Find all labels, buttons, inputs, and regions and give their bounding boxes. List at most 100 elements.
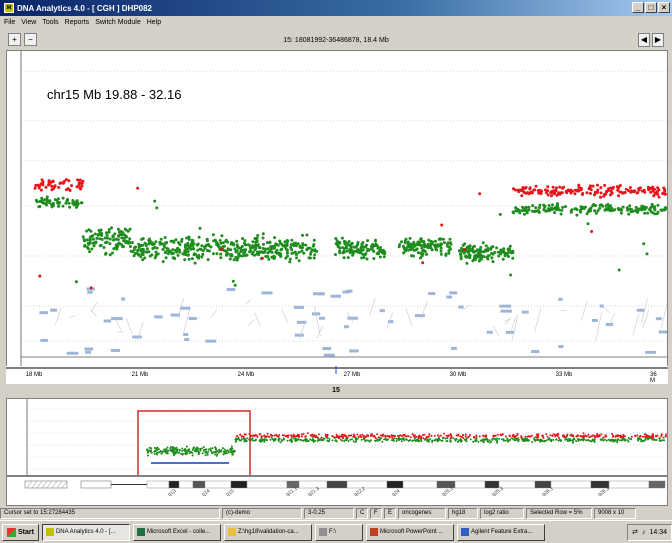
menu-help[interactable]: Help: [147, 19, 161, 26]
probe-point: [521, 205, 524, 209]
probe-point: [314, 249, 318, 253]
overview-point: [543, 440, 546, 443]
overview-point: [400, 440, 403, 443]
task-folder-validation[interactable]: Z:\hg18\validation-ca...: [223, 523, 312, 541]
task-agilent[interactable]: Agilent Feature Extra...: [456, 523, 545, 541]
selection-box[interactable]: [137, 410, 251, 476]
task-powerpoint[interactable]: Microsoft PowerPoint ...: [365, 523, 454, 541]
probe-point: [136, 249, 140, 253]
overview-point: [583, 435, 586, 438]
status-flag-c[interactable]: C: [356, 508, 368, 519]
probe-point: [93, 241, 96, 245]
overview-point: [180, 452, 183, 455]
overview-point: [484, 438, 487, 441]
overview-point: [153, 450, 156, 453]
tray-volume-icon[interactable]: ♪: [642, 529, 646, 536]
gene-label-line: [504, 317, 512, 325]
overview-plot[interactable]: [6, 398, 668, 476]
overview-point: [178, 449, 181, 451]
probe-point: [290, 248, 294, 252]
probe-point: [164, 256, 168, 260]
main-plot[interactable]: chr15 Mb 19.88 - 32.16: [6, 50, 668, 384]
gene-label-line: [316, 325, 323, 339]
overview-point: [542, 436, 545, 439]
probe-point: [108, 237, 112, 241]
menu-switch-module[interactable]: Switch Module: [95, 19, 141, 26]
gene-label-line: [245, 299, 252, 305]
gain-probe-point: [599, 186, 603, 190]
nav-left-button[interactable]: ◀: [638, 33, 650, 47]
menu-file[interactable]: File: [4, 19, 15, 26]
probe-point: [412, 243, 416, 247]
overview-point: [433, 434, 436, 437]
overview-point: [422, 437, 425, 440]
gain-probe-point: [633, 189, 637, 193]
overview-point: [496, 437, 498, 440]
probe-point: [53, 198, 57, 202]
gene-label-line: [248, 319, 255, 326]
status-flag-e[interactable]: E: [384, 508, 396, 519]
overview-point: [153, 453, 156, 455]
probe-point: [220, 234, 224, 238]
menu-reports[interactable]: Reports: [65, 19, 90, 26]
gene-label-line: [492, 326, 500, 336]
maximize-button[interactable]: □: [645, 2, 657, 13]
overview-point: [215, 450, 218, 453]
probe-point: [119, 233, 123, 237]
probe-point: [107, 230, 111, 234]
overview-point: [600, 433, 603, 436]
task-excel[interactable]: Microsoft Excel - colle...: [132, 523, 221, 541]
probe-point: [297, 259, 301, 263]
task-drive-f[interactable]: F:\: [314, 523, 363, 541]
probe-point: [503, 251, 507, 255]
gene-marker: [558, 345, 564, 349]
gain-probe-point: [524, 185, 528, 189]
chromosome-band: [230, 480, 248, 489]
minimize-button[interactable]: _: [632, 2, 644, 13]
overview-point: [204, 454, 207, 457]
probe-point: [249, 249, 252, 253]
overview-point: [496, 440, 499, 443]
probe-point: [312, 243, 316, 246]
overview-point: [339, 435, 342, 438]
overview-point: [431, 441, 434, 443]
overview-point: [596, 434, 599, 437]
gain-probe-point: [33, 186, 37, 190]
probe-point: [664, 207, 667, 211]
probe-point: [82, 238, 86, 241]
task-dna-analytics[interactable]: DNA Analytics 4.0 - [...: [41, 523, 130, 541]
tray-network-icon[interactable]: ⇄: [632, 528, 638, 536]
chromosome-ideogram[interactable]: q13 q14 q15 q21.1 q21.3 q22.2 q24 q25.1 …: [6, 476, 668, 506]
overview-point: [293, 435, 296, 438]
probe-point: [45, 203, 48, 207]
probe-point: [89, 229, 93, 233]
probe-point: [621, 205, 625, 209]
status-flag-f[interactable]: F: [370, 508, 382, 519]
probe-point: [290, 238, 294, 242]
start-button[interactable]: Start: [2, 523, 39, 541]
nav-right-button[interactable]: ▶: [652, 33, 664, 47]
overview-point: [209, 447, 212, 450]
gene-marker: [293, 305, 305, 309]
probe-point: [153, 199, 157, 203]
overview-point: [205, 448, 208, 451]
menu-tools[interactable]: Tools: [42, 19, 58, 26]
overview-point: [571, 439, 574, 442]
probe-point: [536, 209, 540, 212]
overview-point: [464, 435, 467, 438]
probe-point: [365, 257, 369, 261]
overview-point: [443, 432, 445, 435]
overview-point: [474, 440, 477, 443]
overview-point: [643, 433, 646, 436]
probe-point: [161, 248, 165, 251]
probe-point: [260, 256, 264, 260]
overview-point: [608, 439, 611, 442]
gene-marker: [40, 338, 48, 342]
menu-view[interactable]: View: [21, 19, 36, 26]
probe-point: [295, 256, 298, 260]
probe-point: [589, 206, 593, 210]
overview-point: [277, 438, 280, 441]
gene-marker: [111, 317, 123, 321]
gain-probe-point: [618, 184, 622, 187]
close-button[interactable]: ×: [658, 2, 670, 13]
